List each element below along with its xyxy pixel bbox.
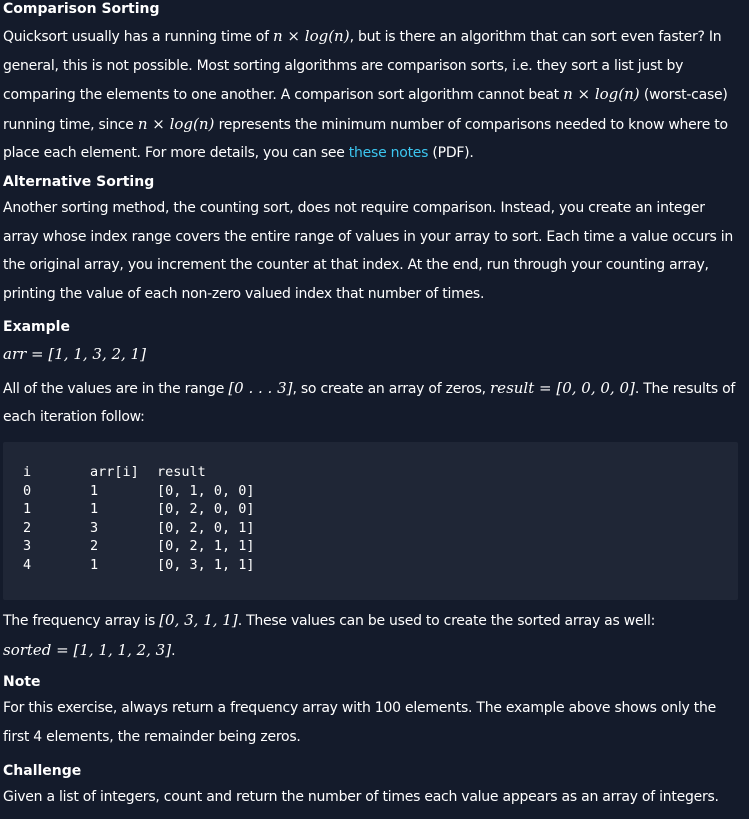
complexity-math-2: n × log(n) — [563, 85, 640, 103]
challenge-section: Challenge Given a list of integers, coun… — [3, 762, 741, 812]
code-cell-result: [0, 2, 0, 1] — [157, 519, 255, 536]
challenge-paragraph: Given a list of integers, count and retu… — [3, 789, 719, 805]
comparison-text-1: Quicksort usually has a running time of — [3, 29, 273, 45]
code-row: 0 1 [0, 1, 0, 0] — [23, 482, 297, 501]
code-cell-result: [0, 3, 1, 1] — [157, 556, 255, 573]
code-cell-arr: 1 — [90, 556, 99, 573]
code-cell-arr: 1 — [90, 482, 99, 499]
code-header-row: i arr[i] result — [23, 463, 297, 482]
code-cell-result: [0, 2, 0, 0] — [157, 501, 255, 517]
code-header-arr: arr[i] — [90, 464, 139, 480]
arr-line: arr = [1, 1, 3, 2, 1] — [3, 340, 741, 370]
sorted-end: . — [171, 642, 176, 659]
code-row: 3 2 [0, 2, 1, 1] — [23, 537, 297, 556]
code-cell-arr: 3 — [90, 519, 99, 536]
range-math: [0 . . . 3] — [228, 378, 293, 397]
comparison-heading: Comparison Sorting — [3, 1, 160, 17]
example-heading: Example — [3, 319, 70, 335]
comparison-text-5: (PDF). — [428, 145, 474, 161]
these-notes-link[interactable]: these notes — [349, 145, 429, 161]
complexity-math-3: n × log(n) — [137, 114, 215, 133]
alternative-heading: Alternative Sorting — [3, 174, 155, 190]
code-cell-i: 3 — [23, 538, 32, 554]
frequency-text-2: . These values can be used to create the… — [237, 613, 656, 629]
range-paragraph: All of the values are in the range [0 . … — [3, 374, 741, 432]
code-cell-i: 2 — [23, 519, 32, 536]
note-section: Note For this exercise, always return a … — [3, 673, 741, 751]
alternative-section: Alternative Sorting Another sorting meth… — [3, 173, 741, 308]
code-cell-i: 4 — [23, 556, 32, 573]
note-paragraph: For this exercise, always return a frequ… — [3, 700, 716, 745]
code-cell-arr: 2 — [90, 538, 99, 554]
frequency-math: [0, 3, 1, 1] — [159, 611, 238, 629]
note-heading: Note — [3, 674, 41, 690]
code-row: 1 1 [0, 2, 0, 0] — [23, 500, 297, 519]
arr-math: arr = [1, 1, 3, 2, 1] — [3, 345, 146, 363]
code-header-i: i — [23, 464, 32, 480]
challenge-heading: Challenge — [3, 763, 82, 779]
alternative-paragraph: Another sorting method, the counting sor… — [3, 200, 734, 302]
frequency-paragraph: The frequency array is [0, 3, 1, 1]. The… — [3, 606, 741, 636]
comparison-section: Comparison Sorting Quicksort usually has… — [3, 0, 741, 168]
code-cell-i: 1 — [23, 501, 32, 517]
problem-statement: Comparison Sorting Quicksort usually has… — [0, 0, 749, 819]
frequency-section: The frequency array is [0, 3, 1, 1]. The… — [3, 606, 741, 665]
code-header-result: result — [157, 464, 206, 480]
complexity-math-1: n × log(n) — [273, 27, 350, 45]
sorted-line: sorted = [1, 1, 1, 2, 3]. — [3, 636, 741, 666]
iteration-table: i arr[i] result 0 1 [0, 1, 0, 0] 1 1 [0, 2, 0, 0… — [23, 463, 297, 574]
code-cell-i: 0 — [23, 482, 32, 499]
comparison-paragraph: Quicksort usually has a running time of … — [3, 22, 741, 168]
example-section: Example arr = [1, 1, 3, 2, 1] All of the… — [3, 318, 741, 432]
range-text-1: All of the values are in the range — [3, 380, 229, 397]
code-cell-arr: 1 — [90, 501, 99, 517]
code-cell-result: [0, 1, 0, 0] — [157, 482, 255, 499]
range-text-2: , so create an array of zeros, — [292, 380, 491, 397]
iteration-code-block: i arr[i] result 0 1 [0, 1, 0, 0] 1 1 [0, 2, 0, 0… — [3, 442, 738, 600]
sorted-math: sorted = [1, 1, 1, 2, 3] — [3, 640, 172, 659]
code-row: 4 1 [0, 3, 1, 1] — [23, 556, 297, 575]
code-row: 2 3 [0, 2, 0, 1] — [23, 519, 297, 538]
result-math: result = [0, 0, 0, 0] — [490, 378, 635, 397]
frequency-text-1: The frequency array is — [3, 613, 160, 629]
code-cell-result: [0, 2, 1, 1] — [157, 538, 255, 554]
